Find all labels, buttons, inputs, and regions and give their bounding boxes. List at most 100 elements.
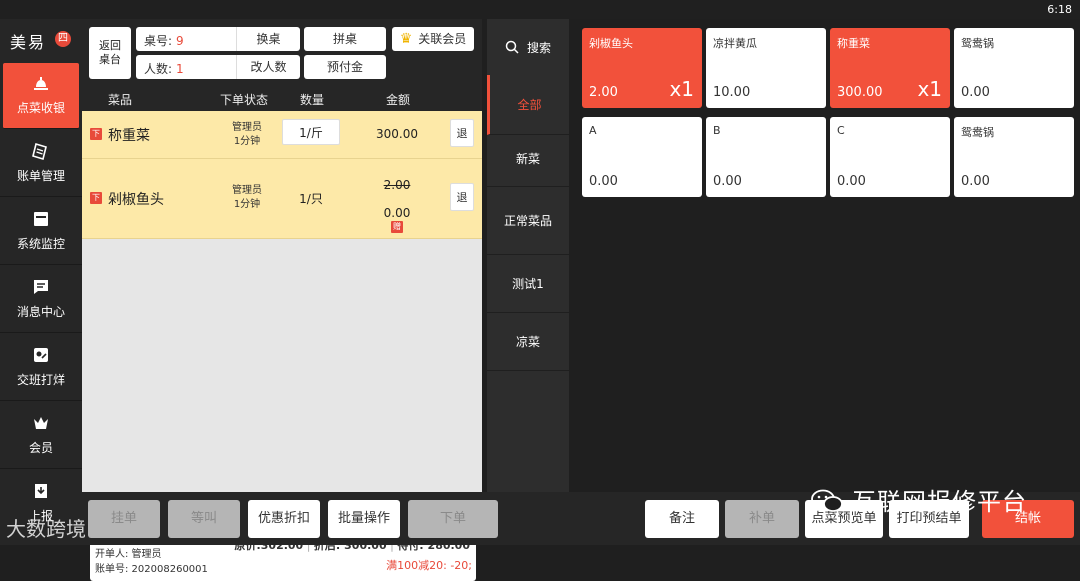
dish-card[interactable]: 剁椒鱼头 2.00 x1 — [582, 28, 702, 108]
batch-button[interactable]: 批量操作 — [328, 500, 400, 538]
dish-card[interactable]: A 0.00 — [582, 117, 702, 197]
dish-qty: x1 — [669, 77, 694, 101]
dish-card[interactable]: 鸳鸯锅 0.00 — [954, 28, 1074, 108]
prepay-button[interactable]: 预付金 — [304, 55, 386, 79]
promotion: 满100减20: -20; — [386, 559, 472, 572]
dish-price: 10.00 — [713, 85, 751, 100]
dish-card[interactable]: 凉拌黄瓜 10.00 — [706, 28, 826, 108]
dish-qty: x1 — [917, 77, 942, 101]
monitor-icon — [34, 212, 48, 226]
clock: 6:18 — [1047, 3, 1072, 16]
sidebar-item-label: 系统监控 — [16, 237, 65, 251]
sidebar-item-messages[interactable]: 消息中心 — [0, 267, 82, 333]
table-label: 桌号: — [144, 34, 173, 48]
sidebar-item-label: 会员 — [28, 441, 53, 455]
staff: 管理员 — [232, 185, 262, 196]
dish-price: 2.00 — [589, 85, 618, 100]
merge-table-button[interactable]: 拼桌 — [304, 27, 386, 51]
guests-field: 人数: 1 改人数 — [136, 55, 300, 79]
sidebar-item-member[interactable]: 会员 — [0, 403, 82, 469]
gift-badge: 赠 — [391, 221, 403, 233]
dish-name: C — [837, 124, 845, 137]
dish-card[interactable]: B 0.00 — [706, 117, 826, 197]
back-to-tables-button[interactable]: 返回桌台 — [89, 27, 131, 79]
category-new[interactable]: 新菜 — [487, 131, 569, 187]
sidebar-item-handover[interactable]: 交班打烊 — [0, 335, 82, 401]
elapsed: 1分钟 — [233, 199, 261, 210]
staff: 管理员 — [232, 122, 262, 133]
col-dish: 菜品 — [108, 93, 133, 107]
dish-name: 剁椒鱼头 — [589, 37, 633, 50]
category-test1[interactable]: 测试1 — [487, 255, 569, 313]
brand-name: 美易 — [10, 33, 47, 52]
sidebar-item-label: 点菜收银 — [16, 101, 65, 115]
table-row[interactable]: 下 剁椒鱼头 管理员 1分钟 1/只 2.00 0.00 赠 退 — [82, 159, 482, 239]
order-panel: 返回桌台 桌号: 9 换桌 拼桌 ♛ 关联会员 人数: 1 改人数 预付金 菜品 下单… — [82, 19, 482, 581]
wechat-icon — [811, 489, 843, 512]
dish-card[interactable]: C 0.00 — [830, 117, 950, 197]
order-items: 下 称重菜 管理员 1分钟 1/斤 300.00 退 下 剁椒鱼头 管理员 1分钟 … — [82, 111, 482, 581]
search-label: 搜索 — [526, 40, 551, 55]
sidebar: 美易 四 点菜收银 账单管理 系统监控 消息中心 交班打烊 会员 上报 — [0, 19, 82, 545]
dish-grid: 剁椒鱼头 2.00 x1 凉拌黄瓜 10.00 称重菜 300.00 x1 鸳鸯… — [572, 19, 1080, 545]
dish-price: 300.00 — [837, 85, 883, 100]
call-button[interactable]: 等叫 — [168, 500, 240, 538]
qty-button[interactable]: 1/斤 — [282, 119, 340, 145]
search-button[interactable]: 搜索 — [487, 19, 569, 75]
dish-price: 0.00 — [961, 174, 990, 189]
qty-value: 1/只 — [299, 192, 323, 206]
dish-card[interactable]: 鸳鸯锅 0.00 — [954, 117, 1074, 197]
sidebar-item-order[interactable]: 点菜收银 — [3, 63, 79, 129]
dish-name: B — [713, 124, 721, 137]
hold-button[interactable]: 挂单 — [88, 500, 160, 538]
table-field: 桌号: 9 换桌 — [136, 27, 300, 51]
watermark: 互联网报修平台 — [810, 482, 1027, 517]
crown-icon — [34, 417, 48, 429]
change-table-button[interactable]: 换桌 — [236, 27, 300, 51]
status-bar: 6:18 — [0, 0, 1080, 19]
dish-name: 称重菜 — [837, 37, 870, 50]
supplement-button[interactable]: 补单 — [725, 500, 799, 538]
bill-number: 账单号: 202008260001 — [95, 564, 208, 575]
watermark-text: 互联网报修平台 — [852, 488, 1027, 516]
category-cold[interactable]: 凉菜 — [487, 313, 569, 371]
link-member-button[interactable]: ♛ 关联会员 — [392, 27, 474, 51]
dish-name: 剁椒鱼头 — [108, 192, 164, 208]
brand-logo: 四 — [55, 31, 71, 47]
category-list: 搜索 全部 新菜 正常菜品 测试1 凉菜 — [487, 19, 569, 545]
dish-price: 0.00 — [961, 85, 990, 100]
change-guests-button[interactable]: 改人数 — [236, 55, 300, 79]
sidebar-item-label: 账单管理 — [16, 169, 65, 183]
dish-name: A — [589, 124, 597, 137]
bill-icon — [32, 142, 47, 161]
ordered-tag: 下 — [90, 192, 102, 204]
back-label: 返回桌台 — [99, 39, 121, 66]
guests-label: 人数: — [144, 62, 173, 76]
dish-card[interactable]: 称重菜 300.00 x1 — [830, 28, 950, 108]
watermark-2: 大数跨境 — [6, 517, 86, 541]
amount: 300.00 — [376, 127, 418, 141]
crown-icon: ♛ — [399, 31, 413, 47]
refund-button[interactable]: 退 — [450, 183, 474, 211]
sidebar-item-label: 消息中心 — [16, 305, 65, 319]
remark-button[interactable]: 备注 — [645, 500, 719, 538]
category-normal[interactable]: 正常菜品 — [487, 187, 569, 255]
col-status: 下单状态 — [220, 93, 269, 107]
dish-name: 凉拌黄瓜 — [713, 37, 757, 50]
dish-price: 0.00 — [589, 174, 618, 189]
category-all[interactable]: 全部 — [487, 75, 569, 135]
refund-button[interactable]: 退 — [450, 119, 474, 147]
sidebar-item-monitor[interactable]: 系统监控 — [0, 199, 82, 265]
place-order-button[interactable]: 下单 — [408, 500, 498, 538]
col-amount: 金额 — [386, 93, 411, 107]
bell-icon — [34, 77, 48, 90]
table-value: 9 — [176, 34, 184, 48]
table-row[interactable]: 下 称重菜 管理员 1分钟 1/斤 300.00 退 — [82, 111, 482, 159]
discount-button[interactable]: 优惠折扣 — [248, 500, 320, 538]
search-icon — [505, 40, 519, 54]
order-table-header: 菜品 下单状态 数量 金额 — [82, 87, 482, 111]
dish-name: 称重菜 — [108, 128, 150, 144]
sidebar-item-bills[interactable]: 账单管理 — [0, 131, 82, 197]
dish-price: 0.00 — [837, 174, 866, 189]
original-amount: 2.00 — [383, 178, 411, 192]
